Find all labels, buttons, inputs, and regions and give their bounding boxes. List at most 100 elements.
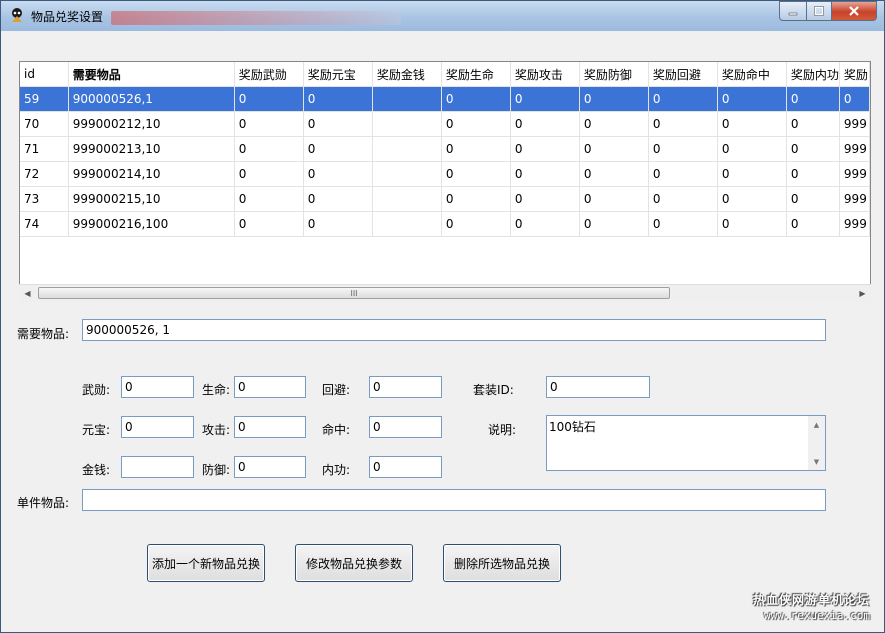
table-row[interactable]: 73 999000215,10 0 0 0 0 0 0 0 0 999 <box>20 186 870 212</box>
table-cell: 0 <box>786 111 840 137</box>
table-cell <box>372 186 442 212</box>
dodge-field[interactable]: 0 <box>369 376 442 398</box>
table-cell: 900000526,1 <box>68 86 235 112</box>
table-cell: 999000214,10 <box>68 161 235 187</box>
table-cell: 0 <box>579 211 649 237</box>
table-cell: 0 <box>648 86 718 112</box>
minimize-icon <box>788 12 798 16</box>
maximize-icon <box>814 6 824 16</box>
table-cell: 0 <box>441 186 511 212</box>
single-item-label: 单件物品: <box>17 496 70 510</box>
delete-exchange-button[interactable]: 删除所选物品兑换 <box>443 544 561 582</box>
table-cell: 999 <box>839 111 870 137</box>
table-cell: 0 <box>717 211 787 237</box>
table-cell: 0 <box>303 136 373 162</box>
table-cell: 999000215,10 <box>68 186 235 212</box>
required-item-field[interactable]: 900000526, 1 <box>82 319 826 341</box>
add-exchange-button[interactable]: 添加一个新物品兑换 <box>147 544 265 582</box>
hit-field[interactable]: 0 <box>369 416 442 438</box>
money-label: 金钱: <box>82 463 111 477</box>
table-row[interactable]: 59 900000526,1 0 0 0 0 0 0 0 0 0 <box>20 86 870 112</box>
table-cell: 0 <box>648 111 718 137</box>
table-cell: 0 <box>510 161 580 187</box>
table-cell: 0 <box>579 186 649 212</box>
modify-exchange-button[interactable]: 修改物品兑换参数 <box>295 544 413 582</box>
hit-label: 命中: <box>322 423 351 437</box>
scroll-left-arrow-icon[interactable]: ◀ <box>19 285 36 302</box>
table-row[interactable]: 71 999000213,10 0 0 0 0 0 0 0 0 999 <box>20 136 870 162</box>
table-cell: 0 <box>234 161 304 187</box>
app-icon <box>12 8 22 22</box>
table-cell: 999 <box>839 136 870 162</box>
table-cell: 0 <box>441 111 511 137</box>
column-header[interactable]: 奖励内功 <box>786 62 840 87</box>
description-label: 说明: <box>488 423 517 437</box>
column-header[interactable]: 奖励防御 <box>579 62 649 87</box>
table-cell: 0 <box>648 211 718 237</box>
column-header[interactable]: id <box>20 62 69 87</box>
column-header[interactable]: 奖励武勋 <box>234 62 304 87</box>
table-row[interactable]: 70 999000212,10 0 0 0 0 0 0 0 0 999 <box>20 111 870 137</box>
table-cell: 0 <box>303 211 373 237</box>
table-row[interactable]: 72 999000214,10 0 0 0 0 0 0 0 0 999 <box>20 161 870 187</box>
scroll-down-arrow-icon[interactable]: ▼ <box>808 453 825 470</box>
title-bar-ghost-text <box>111 11 401 25</box>
required-item-label: 需要物品: <box>17 327 70 341</box>
attack-field[interactable]: 0 <box>234 416 306 438</box>
scroll-up-arrow-icon[interactable]: ▲ <box>808 416 825 433</box>
table-cell: 0 <box>717 86 787 112</box>
table-cell: 0 <box>786 186 840 212</box>
life-field[interactable]: 0 <box>234 376 306 398</box>
table-cell: 0 <box>648 136 718 162</box>
watermark: 热血侠网游单机论坛 www.rexuexia.com <box>753 592 870 624</box>
title-bar[interactable]: 物品兑奖设置 <box>1 1 884 31</box>
scroll-thumb[interactable]: III <box>38 287 670 299</box>
maximize-button[interactable] <box>806 1 832 21</box>
neigong-field[interactable]: 0 <box>369 456 442 478</box>
description-textarea[interactable]: 100钻石 ▲ ▼ <box>546 415 826 471</box>
description-scrollbar[interactable]: ▲ ▼ <box>808 416 825 470</box>
yuanbao-field[interactable]: 0 <box>121 416 194 438</box>
table-cell: 0 <box>717 186 787 212</box>
set-id-field[interactable]: 0 <box>546 376 650 398</box>
main-window: 物品兑奖设置 id 需要物品 奖励武勋 奖励元宝 奖励金钱 奖励生命 奖励攻击 … <box>0 0 885 633</box>
column-header[interactable]: 奖励命中 <box>717 62 787 87</box>
table-cell: 0 <box>786 86 840 112</box>
table-cell: 74 <box>20 211 69 237</box>
column-header[interactable]: 奖励 <box>839 62 870 87</box>
defense-field[interactable]: 0 <box>234 456 306 478</box>
table-cell: 0 <box>786 211 840 237</box>
item-exchange-table[interactable]: id 需要物品 奖励武勋 奖励元宝 奖励金钱 奖励生命 奖励攻击 奖励防御 奖励… <box>19 61 871 301</box>
column-header[interactable]: 奖励金钱 <box>372 62 442 87</box>
table-cell: 0 <box>510 86 580 112</box>
minimize-button[interactable] <box>779 1 807 21</box>
table-cell: 59 <box>20 86 69 112</box>
column-header[interactable]: 需要物品 <box>68 62 235 87</box>
column-header[interactable]: 奖励元宝 <box>303 62 373 87</box>
single-item-field[interactable] <box>82 489 826 511</box>
life-label: 生命: <box>202 383 231 397</box>
scroll-right-arrow-icon[interactable]: ▶ <box>854 285 871 302</box>
table-cell: 0 <box>303 86 373 112</box>
table-cell: 0 <box>786 161 840 187</box>
money-field[interactable] <box>121 456 194 478</box>
watermark-line1: 热血侠网游单机论坛 <box>752 593 870 607</box>
close-button[interactable] <box>831 1 877 21</box>
table-cell: 0 <box>579 86 649 112</box>
table-header-row: id 需要物品 奖励武勋 奖励元宝 奖励金钱 奖励生命 奖励攻击 奖励防御 奖励… <box>20 62 870 87</box>
table-horizontal-scrollbar[interactable]: ◀ III ▶ <box>19 284 871 302</box>
wuxun-field[interactable]: 0 <box>121 376 194 398</box>
table-cell: 70 <box>20 111 69 137</box>
column-header[interactable]: 奖励回避 <box>648 62 718 87</box>
table-cell: 0 <box>717 111 787 137</box>
column-header[interactable]: 奖励攻击 <box>510 62 580 87</box>
column-header[interactable]: 奖励生命 <box>441 62 511 87</box>
table-cell: 0 <box>648 161 718 187</box>
table-cell: 72 <box>20 161 69 187</box>
table-cell <box>372 111 442 137</box>
table-cell: 0 <box>717 161 787 187</box>
table-cell: 0 <box>786 136 840 162</box>
table-cell: 0 <box>303 111 373 137</box>
table-cell: 0 <box>234 86 304 112</box>
table-row[interactable]: 74 999000216,100 0 0 0 0 0 0 0 0 999 <box>20 211 870 237</box>
